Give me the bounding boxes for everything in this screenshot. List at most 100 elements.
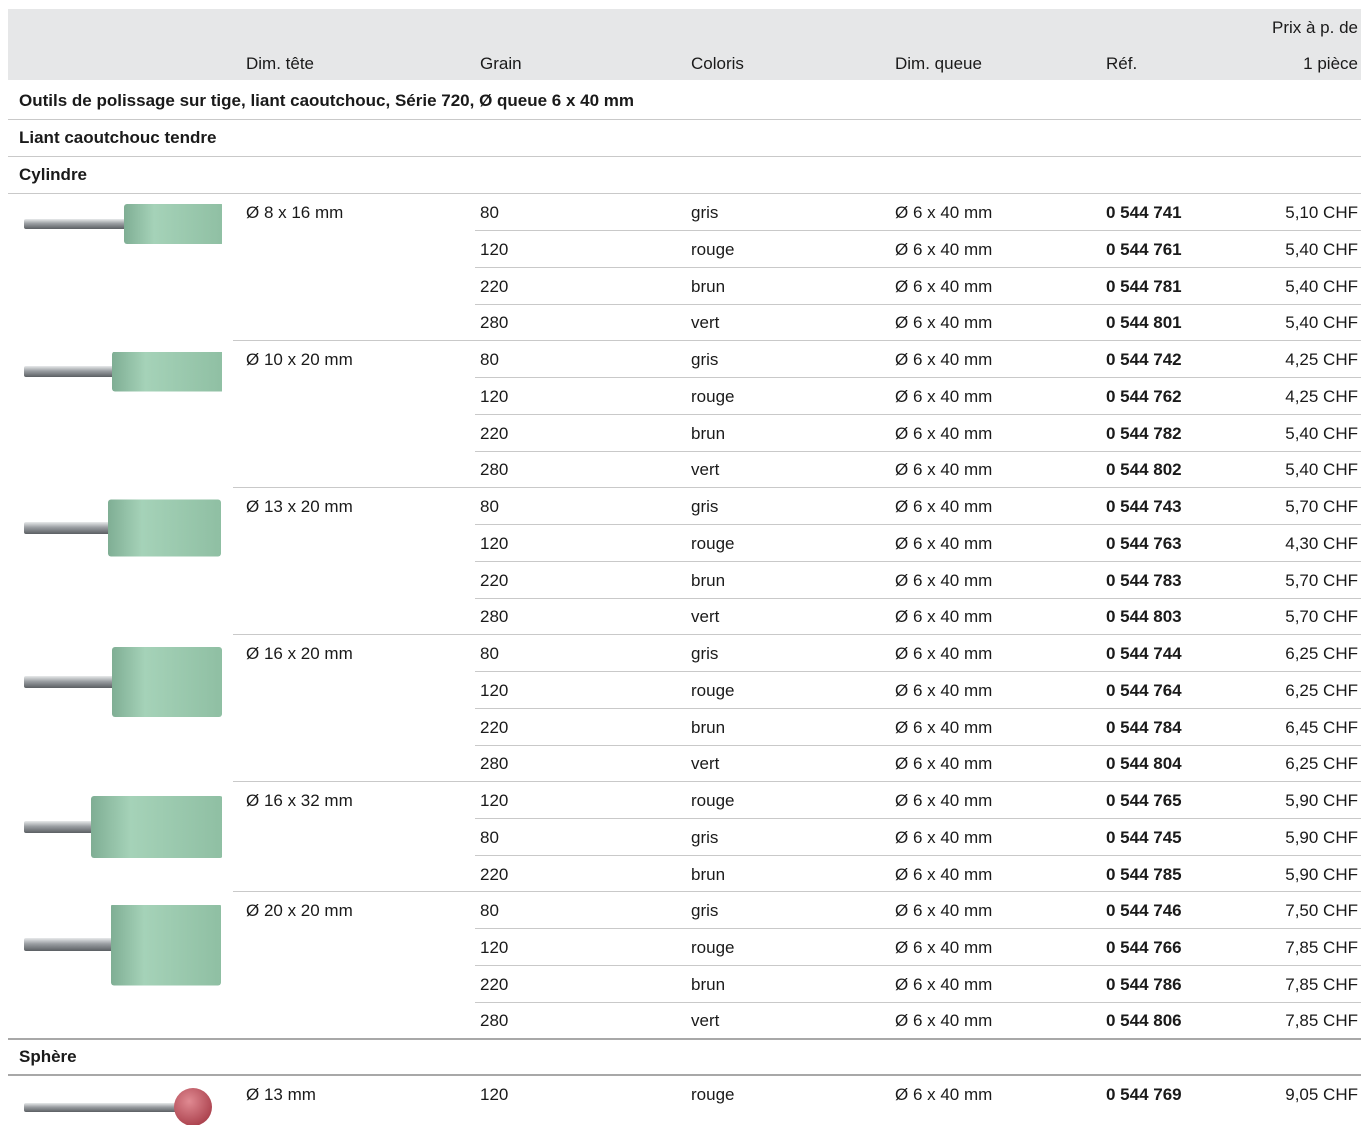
ref-cell: 0 544 785 [1106,864,1182,884]
grain-cell: 220 [480,864,509,884]
coloris-cell: gris [691,497,719,516]
table-row: 220 brun Ø 6 x 40 mm 0 544 782 5,40 CHF [475,415,1361,452]
cylinder-tool-image [24,499,221,557]
grain-cell: 80 [480,497,499,516]
price-cell: 5,70 CHF [1285,607,1358,627]
dim-queue-cell: Ø 6 x 40 mm [895,827,993,847]
grain-cell: 80 [480,350,499,369]
grain-cell: 120 [480,680,509,700]
dim-queue-cell: Ø 6 x 40 mm [895,864,993,884]
table-row: 80 gris Ø 6 x 40 mm 0 544 746 7,50 CHF [475,892,1361,929]
col-header-dim-tete: Dim. tête [246,54,315,73]
grain-cell: 80 [480,827,499,847]
coloris-cell: gris [691,203,719,222]
table-row: 80 gris Ø 6 x 40 mm 0 544 742 4,25 CHF [475,341,1361,378]
subtitle: Liant caoutchouc tendre [19,128,217,147]
sphere-section-row: Sphère [8,1038,1361,1076]
price-cell: 5,70 CHF [1285,570,1358,590]
table-row: 220 brun Ø 6 x 40 mm 0 544 786 7,85 CHF [475,966,1361,1003]
dim-queue-cell: Ø 6 x 40 mm [895,717,993,737]
dim-queue-cell: Ø 6 x 40 mm [895,974,993,994]
series-title: Outils de polissage sur tige, liant caou… [19,91,635,110]
rubber-head [111,905,221,986]
ref-cell: 0 544 783 [1106,570,1182,590]
table-row: 80 gris Ø 6 x 40 mm 0 544 743 5,70 CHF [475,488,1361,525]
dim-tete-cell: Ø 10 x 20 mm [246,350,353,369]
dim-tete-cell: Ø 8 x 16 mm [246,203,344,222]
dim-queue-cell: Ø 6 x 40 mm [895,386,993,406]
ref-cell: 0 544 784 [1106,717,1182,737]
rubber-head [124,204,222,244]
table-row: 220 brun Ø 6 x 40 mm 0 544 783 5,70 CHF [475,562,1361,599]
table-row: 280 vert Ø 6 x 40 mm 0 544 803 5,70 CHF [475,598,1361,634]
dim-queue-cell: Ø 6 x 40 mm [895,937,993,957]
rubber-head [91,796,222,858]
coloris-cell: brun [691,717,726,737]
ref-cell: 0 544 761 [1106,239,1182,259]
table-row: 220 brun Ø 6 x 40 mm 0 544 781 5,40 CHF [475,268,1361,305]
price-cell: 5,40 CHF [1285,239,1358,259]
shank [24,676,118,688]
shank [24,938,117,951]
cylinder-section-row: Cylindre [8,157,1361,194]
col-header-price-line2: 1 pièce [1303,54,1358,73]
grain-cell: 80 [480,203,499,222]
shank [24,366,118,377]
grain-cell: 280 [480,313,509,333]
ref-cell: 0 544 802 [1106,460,1182,480]
dim-queue-cell: Ø 6 x 40 mm [895,203,993,222]
coloris-cell: brun [691,974,726,994]
grain-cell: 220 [480,276,509,296]
sphere-tool-image [24,1088,212,1125]
grain-cell: 220 [480,570,509,590]
price-cell: 5,40 CHF [1285,313,1358,333]
cylinder-tool-image [24,905,221,986]
shank [24,522,114,534]
dim-queue-cell: Ø 6 x 40 mm [895,1085,993,1104]
coloris-cell: gris [691,901,719,920]
coloris-cell: brun [691,864,726,884]
price-cell: 5,40 CHF [1285,423,1358,443]
rubber-sphere [174,1088,212,1125]
col-header-coloris: Coloris [691,54,744,73]
grain-cell: 120 [480,386,509,406]
dim-queue-cell: Ø 6 x 40 mm [895,239,993,259]
grain-cell: 280 [480,460,509,480]
shank [24,821,97,833]
dim-tete-cell: Ø 13 x 20 mm [246,497,353,516]
dim-queue-cell: Ø 6 x 40 mm [895,533,993,553]
table-row: 120 rouge Ø 6 x 40 mm 0 544 762 4,25 CHF [475,378,1361,415]
coloris-cell: rouge [691,791,735,810]
table-row: 120 rouge Ø 6 x 40 mm 0 544 763 4,30 CHF [475,525,1361,562]
cylinder-tool-image [24,796,222,858]
dim-queue-cell: Ø 6 x 40 mm [895,497,993,516]
ref-cell: 0 544 743 [1106,497,1182,516]
coloris-cell: rouge [691,533,735,553]
price-cell: 5,90 CHF [1285,827,1358,847]
dim-queue-cell: Ø 6 x 40 mm [895,901,993,920]
dim-tete-cell: Ø 16 x 32 mm [246,791,353,810]
table-row: 220 brun Ø 6 x 40 mm 0 544 785 5,90 CHF [475,856,1361,892]
price-cell: 7,85 CHF [1285,974,1358,994]
ref-cell: 0 544 801 [1106,313,1182,333]
col-header-ref: Réf. [1106,54,1138,73]
ref-cell: 0 544 786 [1106,974,1182,994]
dim-queue-cell: Ø 6 x 40 mm [895,791,993,810]
subtitle-row: Liant caoutchouc tendre [8,120,1361,157]
cylinder-tool-image [24,204,222,244]
ref-cell: 0 544 763 [1106,533,1182,553]
coloris-cell: rouge [691,937,735,957]
ref-cell: 0 544 762 [1106,386,1182,406]
sphere-heading: Sphère [19,1047,77,1066]
grain-cell: 120 [480,533,509,553]
coloris-cell: vert [691,754,720,774]
grain-cell: 120 [480,239,509,259]
coloris-cell: vert [691,460,720,480]
col-header-grain: Grain [480,54,522,73]
cylinder-tool-image [24,647,222,717]
price-cell: 5,40 CHF [1285,276,1358,296]
ref-cell: 0 544 804 [1106,754,1182,774]
coloris-cell: brun [691,423,726,443]
price-cell: 5,40 CHF [1285,460,1358,480]
grain-cell: 120 [480,1085,509,1104]
